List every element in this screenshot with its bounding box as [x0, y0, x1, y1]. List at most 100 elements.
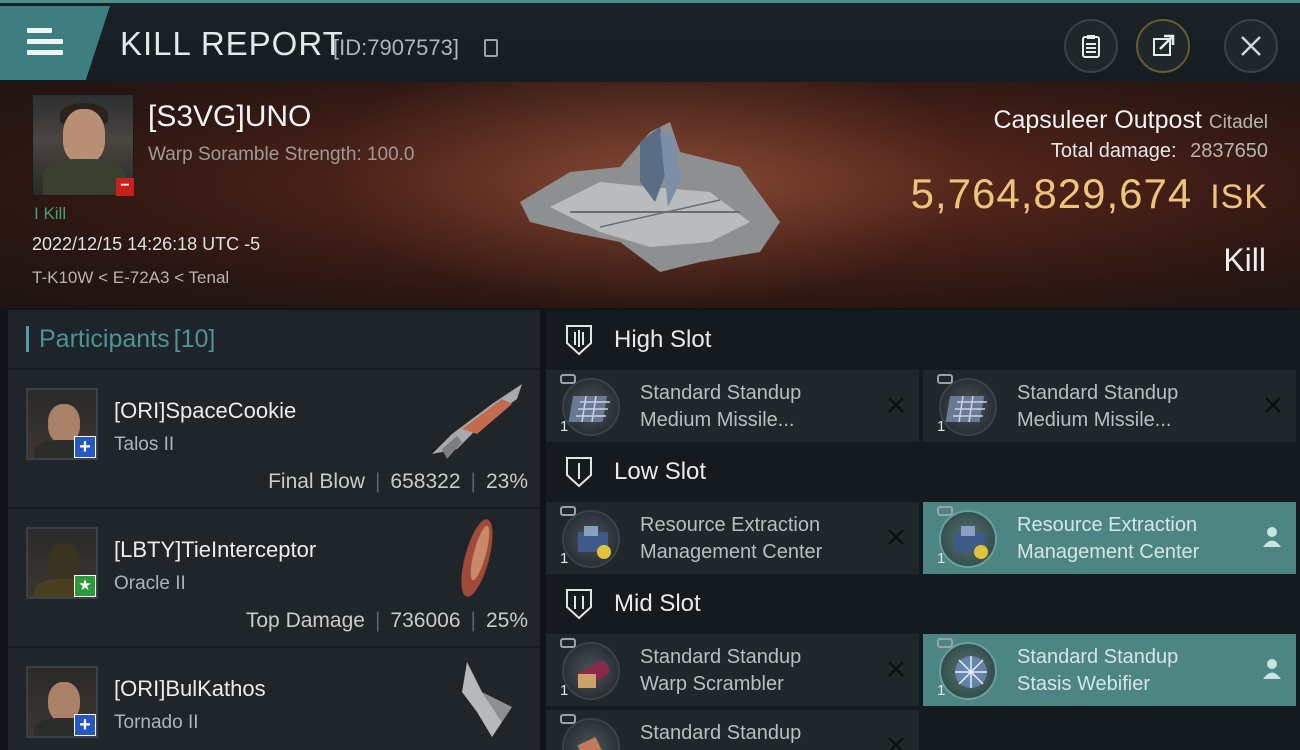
fitting-panel: High Slot 1 Standard Standup Medium Missi… [546, 310, 1300, 750]
low-slot-icon [566, 457, 592, 488]
mid-slot-icon [566, 589, 592, 620]
module-quantity: 1 [937, 418, 946, 435]
module-card[interactable]: 1 Standard Standup Warp Scrambler [546, 634, 919, 706]
participant-row[interactable]: + [ORI]BulKathos Tornado II [8, 648, 540, 750]
module-card[interactable]: 1 Standard Standup Medium Missile... [923, 370, 1296, 442]
participant-stats: Final Blow | 658322 | 23% [268, 470, 528, 493]
corp-plus-badge: + [74, 436, 96, 458]
share-button[interactable] [1136, 19, 1190, 73]
total-damage: Total damage: 2837650 [1051, 140, 1268, 163]
participant-damage: 658322 [390, 470, 461, 493]
copy-id-icon[interactable] [484, 39, 498, 57]
participant-stats: Top Damage | 736006 | 25% [245, 609, 528, 632]
alliance-star-badge: ★ [74, 575, 96, 597]
high-slot-header: High Slot [546, 310, 1300, 370]
isk-value: 5,764,829,674 ISK [911, 170, 1268, 218]
high-slot-icon [566, 325, 592, 356]
participant-row[interactable]: + [ORI]SpaceCookie Talos II Final Blow |… [8, 370, 540, 507]
module-tag-icon [937, 638, 953, 648]
report-id: [ID:7907573] [333, 35, 459, 60]
participant-ship-image [432, 384, 522, 459]
high-slot-label: High Slot [614, 326, 712, 353]
module-tag-icon [560, 506, 576, 516]
structure-name[interactable]: Capsuleer Outpost Citadel [993, 106, 1268, 135]
module-name: Standard Standup Warp Scrambler [640, 646, 802, 695]
low-slot-label: Low Slot [614, 458, 707, 485]
isk-unit: ISK [1210, 178, 1268, 216]
isk-amount: 5,764,829,674 [910, 170, 1193, 217]
participants-panel: Participants [10] + [ORI]SpaceCookie Tal… [8, 310, 540, 750]
module-quantity: 1 [560, 682, 569, 699]
module-name: Standard Standup [640, 722, 802, 744]
participant-row[interactable]: ★ [LBTY]TieInterceptor Oracle II Top Dam… [8, 509, 540, 646]
participant-name: [LBTY]TieInterceptor [114, 537, 317, 562]
module-card[interactable]: Standard Standup [546, 710, 919, 750]
module-card-dropped[interactable]: 1 Standard Standup Stasis Webifier [923, 634, 1296, 706]
module-tag-icon [560, 638, 576, 648]
kill-tag: I Kill [34, 204, 67, 223]
total-damage-label: Total damage: [1050, 140, 1177, 162]
header-accent-bar [26, 326, 29, 352]
victim-banner: − [S3VG]UNO Warp Soramble Strength: 100.… [0, 82, 1300, 308]
corp-plus-badge: + [74, 714, 96, 736]
structure-name-text: Capsuleer Outpost [993, 106, 1202, 134]
module-quantity: 1 [560, 418, 569, 435]
module-name: Resource Extraction Management Center [640, 514, 823, 563]
participant-name: [ORI]BulKathos [114, 676, 266, 701]
page-title: KILL REPORT [120, 25, 344, 62]
participant-ship-image [461, 519, 493, 597]
participants-header[interactable]: Participants [10] [8, 310, 540, 368]
module-name: Standard Standup Medium Missile... [640, 382, 802, 431]
hostile-badge: − [116, 178, 134, 196]
participant-ship-image [462, 662, 512, 737]
clipboard-icon [1082, 35, 1100, 58]
missile-launcher-icon [939, 378, 997, 436]
module-name: Standard Standup Medium Missile... [1017, 382, 1179, 431]
participant-percent: 25% [485, 609, 528, 632]
participant-role: Top Damage [245, 609, 365, 632]
structure-class: Citadel [1208, 112, 1268, 133]
menu-button[interactable] [0, 6, 110, 80]
destroyed-x-icon [888, 737, 904, 750]
destroyed-x-icon [888, 661, 904, 677]
participant-name: [ORI]SpaceCookie [114, 398, 297, 423]
participant-percent: 23% [485, 470, 528, 493]
module-name: Resource Extraction Management Center [1017, 514, 1200, 563]
kill-datetime: 2022/12/15 14:26:18 UTC -5 [32, 234, 261, 254]
kill-location[interactable]: T-K10W < E-72A3 < Tenal [32, 268, 229, 288]
module-card-dropped[interactable]: 1 Resource Extraction Management Center [923, 502, 1296, 574]
module-tag-icon [560, 714, 576, 724]
module-quantity: 1 [560, 550, 569, 567]
mid-slot-header: Mid Slot [546, 574, 1300, 634]
extraction-center-icon [562, 510, 620, 568]
missile-launcher-icon [562, 378, 620, 436]
module-tag-icon [937, 374, 953, 384]
kill-type: Kill [1223, 242, 1266, 278]
stasis-webifier-icon [939, 642, 997, 700]
close-icon [1241, 36, 1261, 56]
participant-ship: Tornado II [114, 712, 199, 733]
victim-name[interactable]: [S3VG]UNO [148, 100, 311, 134]
mid-slot-label: Mid Slot [614, 590, 701, 617]
share-icon [1153, 34, 1175, 56]
destroyed-x-icon [888, 529, 904, 545]
victim-detail: Warp Soramble Strength: 100.0 [148, 144, 415, 165]
participants-label: Participants [39, 324, 170, 353]
module-card[interactable]: 1 Standard Standup Medium Missile... [546, 370, 919, 442]
person-icon [1263, 659, 1281, 679]
destroyed-x-icon [1265, 397, 1281, 413]
module-tag-icon [560, 374, 576, 384]
warp-scrambler-icon [562, 642, 620, 700]
participant-ship: Oracle II [114, 573, 186, 594]
extraction-center-icon [939, 510, 997, 568]
total-damage-value: 2837650 [1190, 140, 1268, 162]
module-card[interactable]: 1 Resource Extraction Management Center [546, 502, 919, 574]
module-name: Standard Standup Stasis Webifier [1017, 646, 1179, 695]
module-quantity: 1 [937, 682, 946, 699]
close-button[interactable] [1224, 19, 1278, 73]
victim-structure-image [520, 122, 780, 272]
participants-count: [10] [173, 324, 216, 353]
clipboard-button[interactable] [1064, 19, 1118, 73]
menu-icon [27, 28, 63, 58]
top-bar: KILL REPORT [ID:7907573] [0, 0, 1300, 82]
